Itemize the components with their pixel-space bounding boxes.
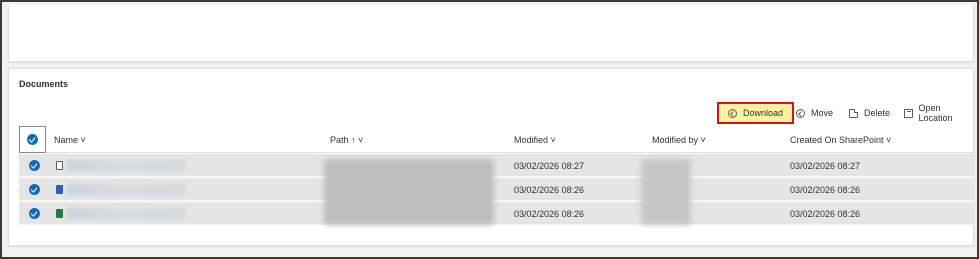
- table-row[interactable]: 03/02/2026 08:26 03/02/2026 08:26: [19, 202, 975, 225]
- created-cell: 03/02/2026 08:26: [790, 209, 861, 219]
- modified-cell: 03/02/2026 08:26: [514, 185, 585, 195]
- modified-by-column-redacted: [641, 159, 691, 225]
- column-header-modified[interactable]: Modified ˅: [514, 135, 556, 145]
- text-file-icon: [56, 161, 63, 170]
- created-cell: 03/02/2026 08:26: [790, 185, 861, 195]
- row-check-icon[interactable]: [29, 160, 40, 171]
- delete-button[interactable]: Delete: [849, 102, 890, 124]
- check-icon: [27, 134, 38, 145]
- window-frame: Documents Download Move Delete Open Loca…: [0, 0, 979, 259]
- column-header-modified-by[interactable]: Modified by ˅: [652, 135, 706, 145]
- open-location-button[interactable]: Open Location: [904, 102, 973, 124]
- table-header: Name ˅ Path ↑ ˅ Modified ˅ Modified by ˅…: [19, 126, 975, 153]
- move-label: Move: [811, 108, 834, 118]
- top-panel: [8, 5, 974, 62]
- move-icon: [796, 108, 805, 118]
- delete-icon: [849, 108, 858, 118]
- table-row[interactable]: 03/02/2026 08:26 03/02/2026 08:26: [19, 178, 975, 201]
- download-button[interactable]: Download: [717, 102, 794, 124]
- column-header-path[interactable]: Path ↑ ˅: [330, 135, 363, 145]
- download-icon: [727, 108, 737, 118]
- file-name-redacted[interactable]: [67, 160, 185, 171]
- delete-label: Delete: [864, 108, 891, 118]
- path-column-redacted: [324, 159, 494, 225]
- open-location-icon: [904, 108, 913, 118]
- download-label: Download: [742, 108, 784, 118]
- row-check-icon[interactable]: [29, 184, 40, 195]
- documents-panel: Documents Download Move Delete Open Loca…: [8, 68, 975, 246]
- move-button[interactable]: Move: [796, 102, 833, 124]
- modified-cell: 03/02/2026 08:26: [514, 209, 585, 219]
- excel-file-icon: [56, 209, 63, 218]
- table-row[interactable]: 03/02/2026 08:27 03/02/2026 08:27: [19, 154, 975, 177]
- created-cell: 03/02/2026 08:27: [790, 161, 861, 171]
- file-name-redacted[interactable]: [67, 184, 185, 195]
- select-all-checkbox[interactable]: [19, 126, 46, 153]
- section-title: Documents: [19, 79, 69, 89]
- file-name-redacted[interactable]: [67, 208, 185, 219]
- open-location-label: Open Location: [918, 103, 953, 123]
- row-check-icon[interactable]: [29, 208, 40, 219]
- modified-cell: 03/02/2026 08:27: [514, 161, 585, 171]
- word-file-icon: [56, 185, 63, 194]
- column-header-created[interactable]: Created On SharePoint ˅: [790, 135, 891, 145]
- column-header-name[interactable]: Name ˅: [54, 135, 86, 145]
